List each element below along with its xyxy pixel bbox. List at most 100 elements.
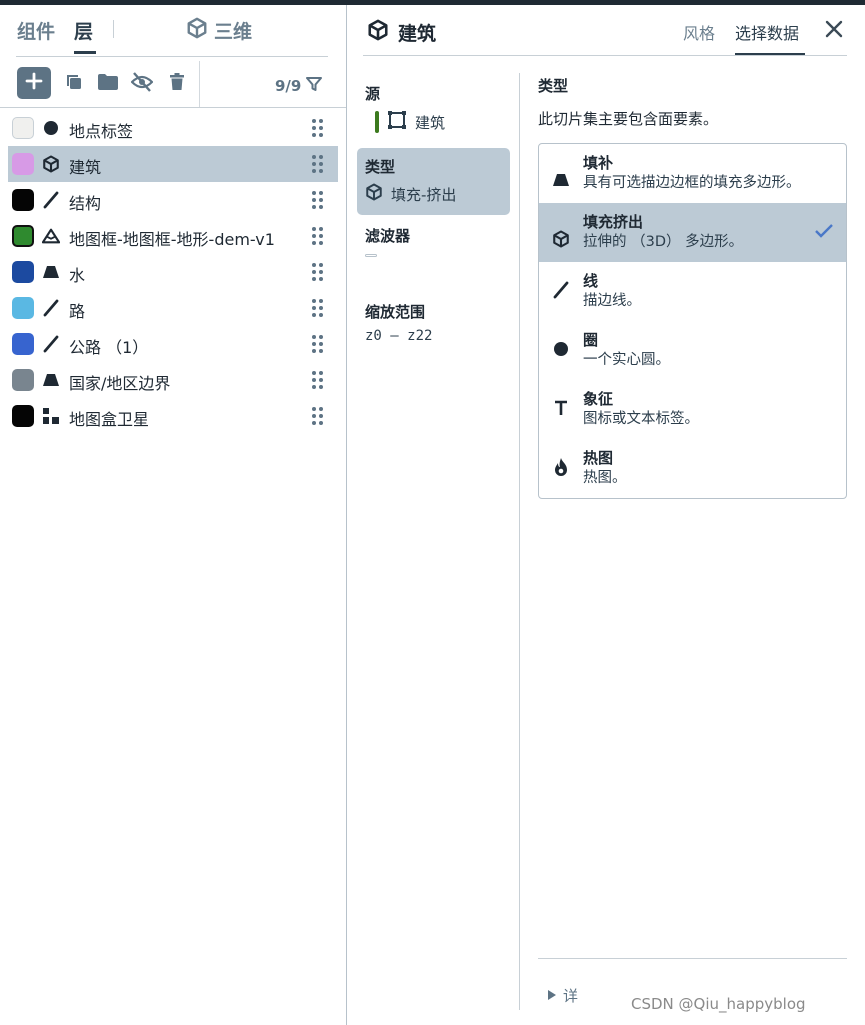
nav-zoom-label: 缩放范围 [365, 303, 426, 321]
nav-source[interactable]: 源 建筑 [357, 75, 510, 144]
type-option[interactable]: 象征 图标或文本标签。 [539, 380, 846, 439]
fill-icon [42, 371, 60, 389]
drag-handle-icon[interactable] [311, 154, 325, 174]
plus-icon [25, 72, 43, 94]
app-window: 组件 层 三维 9/9 地点标签 建筑 结构 地图框-地图框-地形-dem-v1… [0, 0, 865, 1025]
tab-style[interactable]: 风格 [683, 20, 715, 44]
layer-row[interactable]: 地点标签 [8, 110, 338, 146]
eye-off-icon [130, 72, 154, 96]
drag-handle-icon[interactable] [311, 226, 325, 246]
type-option-description: 具有可选描边边框的填充多边形。 [583, 175, 801, 191]
layer-row[interactable]: 建筑 [8, 146, 338, 182]
fill-icon [42, 263, 60, 281]
layer-color-swatch[interactable] [12, 405, 34, 427]
panel-tabs: 组件 层 三维 [0, 5, 346, 57]
layer-color-swatch[interactable] [12, 117, 34, 139]
drag-handle-icon[interactable] [311, 262, 325, 282]
cube-icon [42, 155, 60, 173]
drag-handle-icon[interactable] [311, 334, 325, 354]
drag-handle-icon[interactable] [311, 298, 325, 318]
add-folder-button[interactable] [93, 69, 123, 99]
details-toggle[interactable]: 详 [547, 985, 578, 1006]
polygon-icon [387, 110, 407, 134]
layer-row[interactable]: 地图框-地图框-地形-dem-v1 [8, 218, 338, 254]
type-option-name: 圈 [583, 331, 599, 349]
tab-3d[interactable]: 三维 [186, 17, 252, 44]
divider [16, 56, 328, 57]
tab-components[interactable]: 组件 [17, 17, 55, 44]
duplicate-layer-button[interactable] [59, 69, 89, 99]
type-list: 填补 具有可选描边边框的填充多边形。 填充挤出 拉伸的 （3D） 多边形。线描边线。圈… [538, 143, 847, 499]
layer-label: 地图框-地图框-地形-dem-v1 [69, 230, 275, 249]
divider [0, 107, 346, 108]
layer-row[interactable]: 国家/地区边界 [8, 362, 338, 398]
layer-color-swatch[interactable] [12, 153, 34, 175]
editor-nav: 源 建筑 类型 填充-挤出 滤波器 缩放范围 z0 – z22 [357, 75, 510, 354]
cube-icon [367, 19, 389, 46]
type-option[interactable]: 填补具有可选描边边框的填充多边形。 [539, 144, 846, 203]
delete-layer-button[interactable] [162, 69, 192, 99]
type-option[interactable]: 圈一个实心圆。 [539, 321, 846, 380]
type-option[interactable]: 线描边线。 [539, 262, 846, 321]
mountain-icon [42, 227, 60, 245]
line-icon [551, 280, 571, 300]
type-option-name: 象征 [583, 390, 614, 408]
close-button[interactable] [823, 18, 845, 40]
layer-label: 水 [69, 266, 86, 285]
filter-empty-indicator [365, 254, 377, 257]
cube-icon [551, 229, 571, 249]
source-color-bar [375, 111, 379, 133]
layer-color-swatch[interactable] [12, 369, 34, 391]
close-icon [823, 20, 845, 44]
layer-color-swatch[interactable] [12, 189, 34, 211]
filter-icon [306, 76, 323, 96]
nav-source-value: 建筑 [415, 113, 446, 132]
layer-color-swatch[interactable] [12, 261, 34, 283]
line-icon [42, 299, 60, 317]
cube-icon [365, 183, 383, 205]
layer-filter-button[interactable]: 9/9 [275, 76, 323, 96]
layer-label: 路 [69, 302, 86, 321]
type-option-name: 填充挤出 [583, 213, 644, 231]
layer-color-swatch[interactable] [12, 297, 34, 319]
drag-handle-icon[interactable] [311, 406, 325, 426]
type-option[interactable]: 填充挤出拉伸的 （3D） 多边形。 [539, 203, 846, 262]
nav-type-label: 类型 [365, 158, 396, 176]
layer-list: 地点标签 建筑结构地图框-地图框-地形-dem-v1 水路公路 （1） 国家/地区边界… [8, 110, 338, 434]
tab-layers[interactable]: 层 [74, 17, 93, 44]
type-section-title: 类型 [538, 77, 569, 95]
hide-layer-button[interactable] [127, 69, 157, 99]
layer-label: 结构 [69, 194, 102, 213]
drag-handle-icon[interactable] [311, 370, 325, 390]
copy-icon [65, 73, 83, 95]
type-option-name: 热图 [583, 449, 614, 467]
nav-type[interactable]: 类型 填充-挤出 [357, 148, 510, 215]
type-option-name: 填补 [583, 154, 614, 172]
layers-panel: 组件 层 三维 9/9 地点标签 建筑 结构 地图框-地图框-地形-dem-v1… [0, 5, 346, 1025]
caret-right-icon [547, 987, 557, 1005]
type-option[interactable]: 热图 热图。 [539, 439, 846, 498]
toolbar-separator [199, 61, 200, 107]
type-option-description: 拉伸的 （3D） 多边形。 [583, 234, 744, 250]
watermark: CSDN @Qiu_happyblog [631, 995, 806, 1013]
layer-label: 国家/地区边界 [69, 374, 171, 393]
layer-row[interactable]: 结构 [8, 182, 338, 218]
layer-row[interactable]: 地图盒卫星 [8, 398, 338, 434]
divider [363, 55, 847, 56]
layer-label: 地图盒卫星 [69, 410, 150, 429]
drag-handle-icon[interactable] [311, 190, 325, 210]
nav-zoom-range[interactable]: 缩放范围 z0 – z22 [357, 293, 510, 354]
layer-color-swatch[interactable] [12, 333, 34, 355]
layer-color-swatch[interactable] [12, 225, 34, 247]
tab-select-data[interactable]: 选择数据 [735, 20, 799, 44]
layer-row[interactable]: 路 [8, 290, 338, 326]
circle-icon [551, 339, 571, 359]
nav-filter[interactable]: 滤波器 [357, 217, 510, 267]
layer-row[interactable]: 水 [8, 254, 338, 290]
type-option-description: 热图。 [583, 470, 627, 486]
add-layer-button[interactable] [17, 67, 51, 99]
editor-title: 建筑 [367, 19, 436, 46]
layer-row[interactable]: 公路 （1） [8, 326, 338, 362]
drag-handle-icon[interactable] [311, 118, 325, 138]
nav-filter-label: 滤波器 [365, 227, 411, 245]
